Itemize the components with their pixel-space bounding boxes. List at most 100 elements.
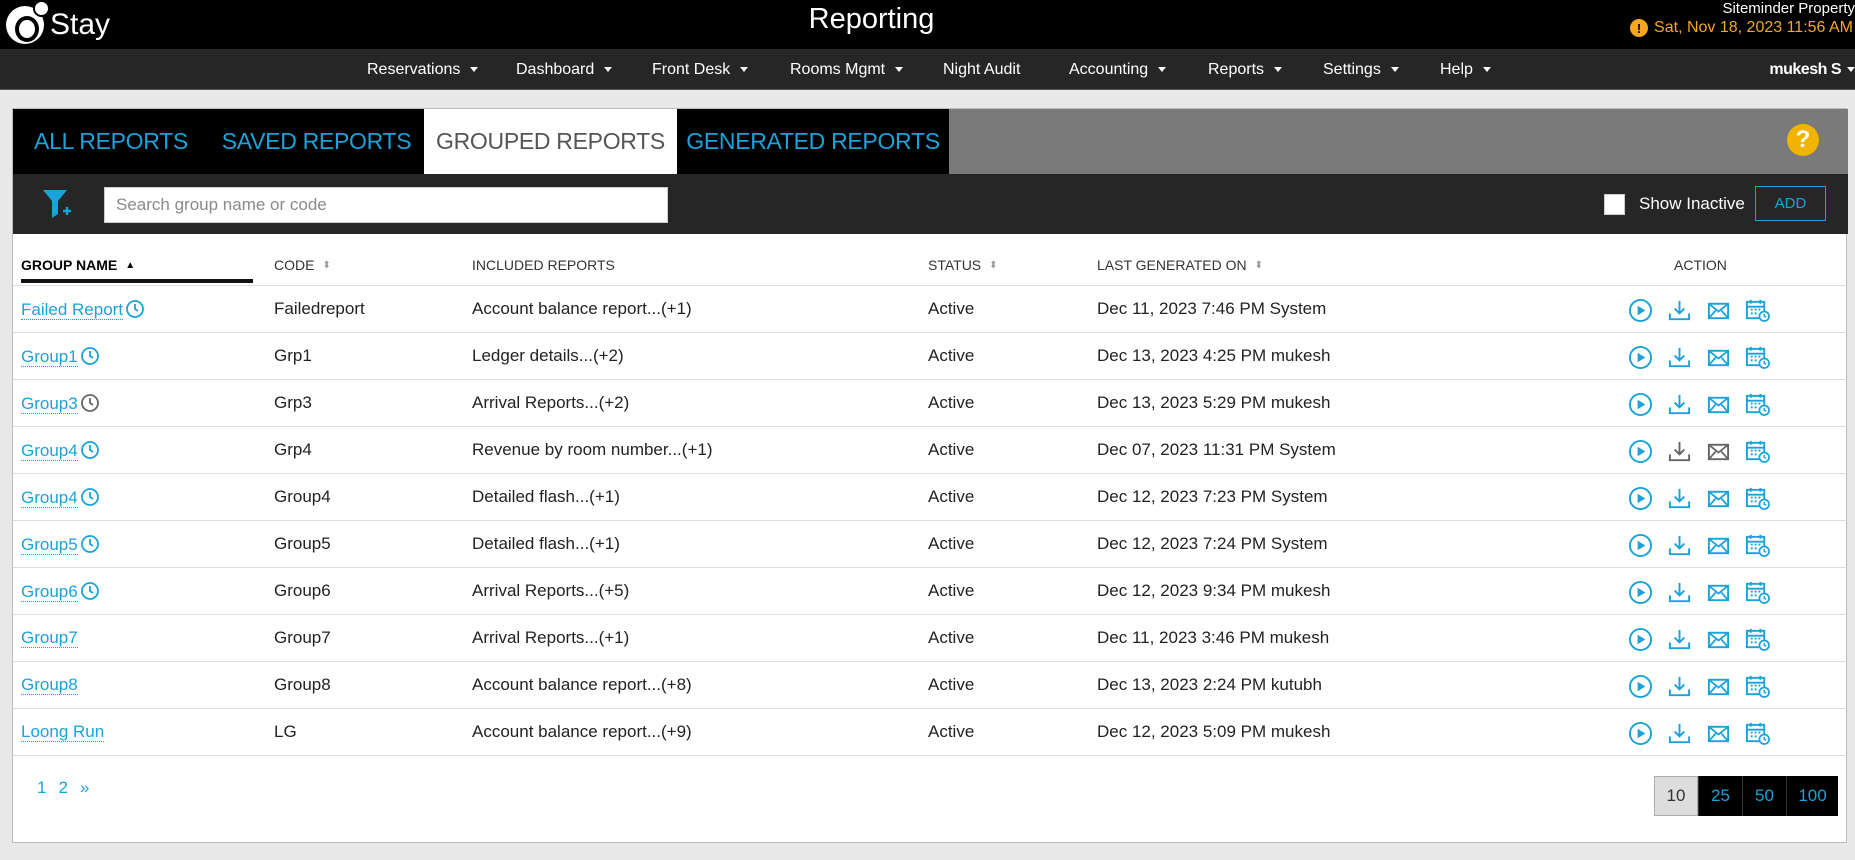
- schedule-clock-icon[interactable]: [80, 393, 100, 418]
- table-header: GROUP NAME ▲ CODE ⬍ INCLUDED REPORTS STATU…: [13, 234, 1848, 286]
- add-button[interactable]: ADD: [1755, 186, 1826, 221]
- row-actions: [1627, 391, 1771, 418]
- run-report-icon[interactable]: [1627, 673, 1654, 700]
- property-name[interactable]: Siteminder Property: [1722, 0, 1855, 17]
- next-page[interactable]: »: [80, 778, 89, 798]
- nav-help[interactable]: Help: [1440, 61, 1491, 79]
- schedule-calendar-icon[interactable]: [1744, 438, 1771, 465]
- download-icon[interactable]: [1666, 391, 1693, 418]
- email-icon[interactable]: [1705, 579, 1732, 606]
- schedule-clock-icon[interactable]: [125, 299, 145, 324]
- nav-night-audit[interactable]: Night Audit: [943, 61, 1020, 79]
- filter-add-icon[interactable]: [41, 187, 73, 221]
- table-row: Failed Report Failedreport Account balance…: [13, 286, 1848, 333]
- tab-grouped-reports[interactable]: GROUPED REPORTS: [424, 109, 677, 174]
- schedule-calendar-icon[interactable]: [1744, 720, 1771, 747]
- group-name-link[interactable]: Group4: [21, 488, 78, 508]
- download-icon[interactable]: [1666, 673, 1693, 700]
- page-2[interactable]: 2: [58, 778, 67, 798]
- show-inactive-label: Show Inactive: [1639, 194, 1745, 213]
- col-last-generated[interactable]: LAST GENERATED ON ⬍: [1097, 257, 1263, 273]
- nav-rooms-mgmt[interactable]: Rooms Mgmt: [790, 61, 904, 79]
- group-name-link[interactable]: Group5: [21, 535, 78, 555]
- schedule-calendar-icon[interactable]: [1744, 297, 1771, 324]
- schedule-calendar-icon[interactable]: [1744, 626, 1771, 653]
- schedule-clock-icon[interactable]: [80, 440, 100, 465]
- page-1[interactable]: 1: [37, 778, 46, 798]
- page-size-10[interactable]: 10: [1654, 776, 1698, 816]
- run-report-icon[interactable]: [1627, 438, 1654, 465]
- schedule-calendar-icon[interactable]: [1744, 579, 1771, 606]
- download-icon[interactable]: [1666, 438, 1693, 465]
- email-icon[interactable]: [1705, 673, 1732, 700]
- run-report-icon[interactable]: [1627, 391, 1654, 418]
- run-report-icon[interactable]: [1627, 626, 1654, 653]
- run-report-icon[interactable]: [1627, 720, 1654, 747]
- col-status[interactable]: STATUS ⬍: [928, 257, 998, 273]
- email-icon[interactable]: [1705, 626, 1732, 653]
- schedule-calendar-icon[interactable]: [1744, 391, 1771, 418]
- help-icon[interactable]: ?: [1787, 124, 1819, 156]
- schedule-calendar-icon[interactable]: [1744, 673, 1771, 700]
- email-icon[interactable]: [1705, 532, 1732, 559]
- included-reports-cell: Revenue by room number...(+1): [472, 440, 713, 459]
- group-name-link[interactable]: Group7: [21, 628, 78, 648]
- included-reports-cell: Arrival Reports...(+1): [472, 628, 630, 647]
- tab-saved-reports[interactable]: SAVED REPORTS: [209, 109, 424, 174]
- show-inactive-checkbox[interactable]: [1604, 194, 1625, 215]
- tab-all-reports[interactable]: ALL REPORTS: [13, 109, 209, 174]
- download-icon[interactable]: [1666, 297, 1693, 324]
- download-icon[interactable]: [1666, 626, 1693, 653]
- group-name-link[interactable]: Loong Run: [21, 722, 105, 742]
- group-name-cell: Group1: [21, 346, 100, 371]
- tab-generated-reports[interactable]: GENERATED REPORTS: [677, 109, 949, 174]
- page-size-25[interactable]: 25: [1698, 776, 1742, 816]
- group-name-link[interactable]: Group4: [21, 441, 78, 461]
- row-actions: [1627, 673, 1771, 700]
- download-icon[interactable]: [1666, 344, 1693, 371]
- group-name-link[interactable]: Group3: [21, 394, 78, 414]
- page-size-100[interactable]: 100: [1786, 776, 1838, 816]
- group-name-cell: Group7: [21, 628, 78, 648]
- code-cell: LG: [274, 722, 297, 741]
- nav-reservations[interactable]: Reservations: [367, 61, 479, 79]
- nav-accounting[interactable]: Accounting: [1069, 61, 1167, 79]
- group-name-link[interactable]: Group8: [21, 675, 78, 695]
- col-group-name[interactable]: GROUP NAME ▲: [21, 257, 135, 273]
- group-name-link[interactable]: Group6: [21, 582, 78, 602]
- email-icon[interactable]: [1705, 485, 1732, 512]
- schedule-calendar-icon[interactable]: [1744, 344, 1771, 371]
- download-icon[interactable]: [1666, 720, 1693, 747]
- caret-down-icon: [470, 67, 479, 73]
- schedule-clock-icon[interactable]: [80, 534, 100, 559]
- schedule-calendar-icon[interactable]: [1744, 532, 1771, 559]
- run-report-icon[interactable]: [1627, 579, 1654, 606]
- download-icon[interactable]: [1666, 579, 1693, 606]
- nav-settings[interactable]: Settings: [1323, 61, 1399, 79]
- email-icon[interactable]: [1705, 720, 1732, 747]
- schedule-calendar-icon[interactable]: [1744, 485, 1771, 512]
- group-name-link[interactable]: Failed Report: [21, 300, 124, 320]
- download-icon[interactable]: [1666, 485, 1693, 512]
- email-icon[interactable]: [1705, 391, 1732, 418]
- schedule-clock-icon[interactable]: [80, 581, 100, 606]
- run-report-icon[interactable]: [1627, 344, 1654, 371]
- group-name-link[interactable]: Group1: [21, 347, 78, 367]
- col-code[interactable]: CODE ⬍: [274, 257, 331, 273]
- page-size-50[interactable]: 50: [1742, 776, 1786, 816]
- email-icon[interactable]: [1705, 438, 1732, 465]
- user-menu[interactable]: mukesh S: [1769, 61, 1855, 79]
- schedule-clock-icon[interactable]: [80, 346, 100, 371]
- nav-reports[interactable]: Reports: [1208, 61, 1283, 79]
- schedule-clock-icon[interactable]: [80, 487, 100, 512]
- run-report-icon[interactable]: [1627, 532, 1654, 559]
- nav-front-desk[interactable]: Front Desk: [652, 61, 749, 79]
- run-report-icon[interactable]: [1627, 485, 1654, 512]
- email-icon[interactable]: [1705, 297, 1732, 324]
- download-icon[interactable]: [1666, 532, 1693, 559]
- last-generated-cell: Dec 13, 2023 2:24 PM kutubh: [1097, 675, 1322, 694]
- email-icon[interactable]: [1705, 344, 1732, 371]
- nav-dashboard[interactable]: Dashboard: [516, 61, 613, 79]
- search-input[interactable]: [104, 187, 668, 223]
- run-report-icon[interactable]: [1627, 297, 1654, 324]
